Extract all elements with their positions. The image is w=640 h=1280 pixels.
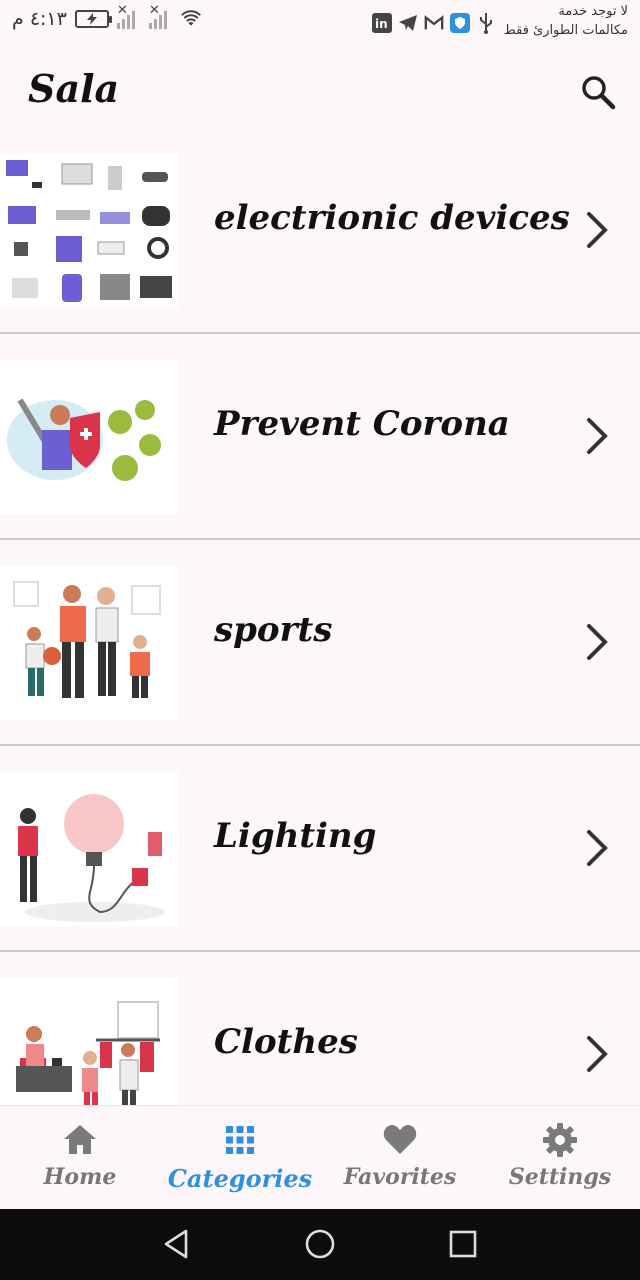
nav-label-home: Home <box>43 1164 117 1190</box>
nav-label-categories: Categories <box>167 1164 313 1193</box>
gear-icon <box>543 1123 577 1157</box>
category-label: electrionic devices <box>214 198 570 238</box>
battery-charging-icon <box>74 10 112 28</box>
linkedin-icon: in <box>371 13 392 33</box>
chevron-right-icon <box>587 1036 608 1072</box>
app-title: Sala <box>28 66 120 111</box>
home-icon <box>64 1125 96 1154</box>
chevron-right-icon <box>587 418 608 454</box>
nav-label-settings: Settings <box>508 1164 612 1190</box>
lighting-bulb-illustration <box>0 772 178 926</box>
search-button[interactable] <box>580 74 616 110</box>
category-item-prevent-corona[interactable]: Prevent Corona <box>0 334 640 540</box>
shield-icon <box>449 13 470 33</box>
bottom-navigation: Home Categories Favorites Settings <box>0 1105 640 1209</box>
usb-icon <box>476 13 496 34</box>
search-icon <box>582 76 616 110</box>
category-label: Lighting <box>214 816 377 856</box>
chevron-right-icon <box>587 624 608 660</box>
nav-item-categories[interactable]: Categories <box>160 1106 320 1209</box>
telegram-icon <box>398 13 418 33</box>
carrier-text: لا توجد خدمة مكالمات الطوارئ فقط <box>504 2 628 40</box>
category-label: sports <box>214 610 333 650</box>
home-circle-icon[interactable] <box>303 1227 337 1261</box>
nav-item-settings[interactable]: Settings <box>480 1106 640 1209</box>
svg-text:in: in <box>375 17 388 31</box>
chevron-right-icon <box>587 830 608 866</box>
signal-icon: ✕ <box>116 3 141 29</box>
status-left: ٤:١٣ م ✕ ✕ <box>12 3 201 30</box>
status-time: ٤:١٣ م <box>12 8 67 30</box>
grid-icon <box>226 1126 254 1154</box>
electronic-devices-illustration <box>0 154 178 308</box>
category-item-sports[interactable]: sports <box>0 540 640 746</box>
wifi-icon <box>180 9 201 29</box>
nav-label-favorites: Favorites <box>343 1164 457 1190</box>
carrier-line-1: لا توجد خدمة <box>558 4 628 19</box>
category-item-electronics[interactable]: electrionic devices <box>0 128 640 334</box>
nav-item-favorites[interactable]: Favorites <box>320 1106 480 1209</box>
category-item-lighting[interactable]: Lighting <box>0 746 640 952</box>
category-list: electrionic devices Prevent Corona sport… <box>0 128 640 1158</box>
prevent-corona-illustration <box>0 360 178 514</box>
recents-icon[interactable] <box>446 1227 480 1261</box>
status-right: in لا توجد خدمة مكالمات الطوارئ فقط <box>371 2 628 40</box>
chevron-right-icon <box>587 212 608 248</box>
signal-icon: ✕ <box>148 3 173 29</box>
back-icon[interactable] <box>160 1227 194 1261</box>
gmail-icon <box>424 13 444 33</box>
status-bar: ٤:١٣ م ✕ ✕ in لا توجد خدمة مكالمات الطوا… <box>0 0 640 46</box>
sports-family-illustration <box>0 566 178 720</box>
category-label: Prevent Corona <box>214 404 510 444</box>
carrier-line-2: مكالمات الطوارئ فقط <box>503 23 628 38</box>
nav-item-home[interactable]: Home <box>0 1106 160 1209</box>
heart-icon <box>383 1125 417 1154</box>
system-navigation-bar <box>0 1209 640 1280</box>
category-label: Clothes <box>214 1022 358 1062</box>
